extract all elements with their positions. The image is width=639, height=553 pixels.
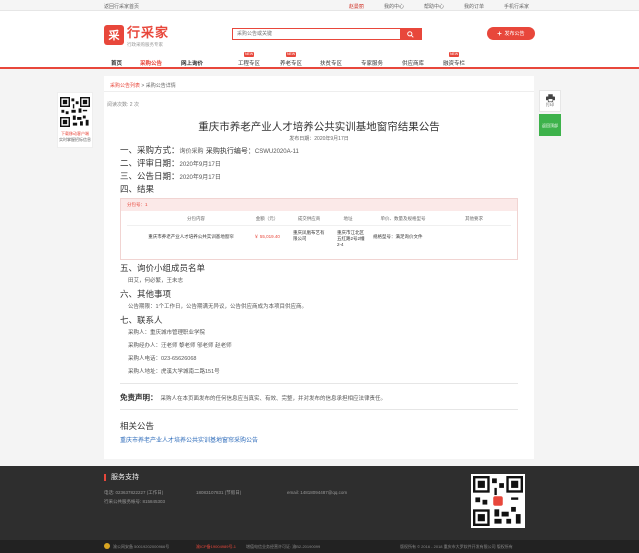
site-header: 采 行采家 行政采购服务专家 发布公告 [0, 11, 639, 57]
logo-name: 行采家 [127, 25, 170, 40]
top-link-my-center[interactable]: 我的中心 [384, 3, 404, 10]
footer-phone-holiday: 18083107831 (节假日) [196, 490, 242, 495]
nav-elderly-care[interactable]: NEW 养老专区 [280, 52, 302, 67]
qr-caption-sub: 实时掌握招标信息 [59, 137, 91, 142]
nav-home[interactable]: 首页 [111, 59, 122, 67]
contact-handlers: 采购经办人：汪老师 黎老师 邬老师 赵老师 [128, 343, 232, 349]
breadcrumb-list-link[interactable]: 采购公告列表 [110, 83, 140, 89]
divider [104, 91, 534, 92]
contact-phone: 采购人电话：023-65626068 [128, 356, 197, 362]
publish-date: 发布日期：2020年9月17日 [289, 136, 349, 142]
top-bar: 返回行采家首页 赵曼丽 我的中心 帮助中心 我的订单 手机行采家 [0, 0, 639, 11]
view-count: 阅读次数: 2 次 [107, 102, 139, 108]
other-matters-text: 公告期限：1个工作日，公告期满无异议，公告供应商成为本项目供应商。 [128, 304, 308, 310]
top-links: 赵曼丽 我的中心 帮助中心 我的订单 手机行采家 [349, 3, 529, 10]
qr-code-icon [473, 476, 523, 526]
right-float-tools: 打印 返回顶部 [539, 90, 561, 136]
section-other-matters: 六、其他事项 [120, 289, 172, 299]
print-button[interactable]: 打印 [539, 90, 561, 112]
search-button[interactable] [400, 29, 421, 39]
new-badge: NEW [286, 52, 297, 57]
section-inquiry-members: 五、询价小组成员名单 [120, 263, 206, 273]
site-footer: 服务支持 电话: 023637822227 (工作日) 18083107831 … [0, 466, 639, 540]
column-header: 分包内容 [187, 216, 205, 221]
column-header: 金额（元） [255, 216, 279, 221]
contact-buyer: 采购人：重庆城市管理职业学院 [128, 330, 206, 336]
top-link-help[interactable]: 帮助中心 [424, 3, 444, 10]
footer-phone-workday: 电话: 023637822227 (工作日) [104, 490, 164, 495]
search-icon [407, 30, 414, 38]
section-result: 四、结果 [120, 184, 155, 194]
inquiry-members: 田艾，何必繁，王未志 [128, 278, 184, 284]
table-cell-amount: ￥ 55,019.40 [254, 234, 280, 239]
icp-record[interactable]: 渝公网安备 50019202000966号 [113, 544, 169, 550]
nav-procurement-notices[interactable]: 采购公告 [140, 59, 162, 67]
search-input[interactable] [233, 29, 398, 39]
result-table: 分包号：1 分包内容 金额（元） 成交供应商 地址 单价、数量及规格型号 其他要… [120, 198, 518, 260]
logo-icon: 采 [104, 25, 124, 45]
copyright: 版权所有 © 2016 - 2018 重庆市大罗软件开发有限公司 版权所有 [400, 544, 513, 549]
back-home-link[interactable]: 返回行采家首页 [104, 3, 139, 10]
table-cell-supplier: 重庆凤凰布艺有限公司 [293, 230, 325, 241]
logo-slogan: 行政采购服务专家 [127, 42, 163, 47]
qr-code-icon [60, 97, 90, 127]
related-notices-title: 相关公告 [120, 421, 155, 431]
top-link-orders[interactable]: 我的订单 [464, 3, 484, 10]
breadcrumb-current: 采购公告详情 [145, 83, 176, 89]
column-header: 成交供应商 [297, 216, 321, 221]
footer-title: 服务支持 [104, 474, 139, 481]
printer-icon [545, 94, 555, 102]
telecom-license: 增值电信业务经营许可证: 渝B2-20190099 [246, 544, 321, 549]
publish-notice-button[interactable]: 发布公告 [487, 27, 535, 40]
plus-icon [497, 31, 502, 36]
main-nav: 首页 采购公告 网上询价 NEW 工程专区 NEW 养老专区 扶贫专区 专家服务 供… [0, 52, 639, 69]
related-notice-link[interactable]: 重庆市养老产业人才培养公共实训基地窗帘采购公告 [120, 435, 258, 444]
notice-content: 采购公告列表 > 采购公告详情 阅读次数: 2 次 重庆市养老产业人才培养公共实… [104, 76, 534, 459]
print-label: 打印 [546, 102, 554, 107]
column-header: 单价、数量及规格型号 [380, 216, 426, 221]
contact-address: 采购人地址：虎溪大学城南二路151号 [128, 369, 220, 375]
table-cell-content: 重庆市养老产业人才培养公共实训基地窗帘 [148, 234, 234, 239]
nav-finance[interactable]: NEW 融资专栏 [443, 52, 465, 67]
back-to-top-button[interactable]: 返回顶部 [539, 114, 561, 136]
table-cell-address: 重庆市江北区五红路2号2幢2-4 [337, 230, 365, 247]
publish-label: 发布公告 [504, 31, 525, 37]
nav-suppliers[interactable]: 供应商库 [402, 59, 424, 67]
divider [120, 383, 518, 384]
top-link-mobile[interactable]: 手机行采家 [504, 3, 529, 10]
breadcrumb: 采购公告列表 > 采购公告详情 [110, 83, 176, 89]
section-procurement-method: 一、采购方式：询价采购 采购执行编号：CSWU2020A-11 [120, 145, 299, 155]
site-logo[interactable]: 采 行采家 行政采购服务专家 [104, 22, 169, 48]
column-header: 地址 [343, 216, 353, 221]
nav-online-inquiry[interactable]: 网上询价 [181, 59, 203, 67]
new-badge: NEW [449, 52, 460, 57]
column-header: 其他要求 [465, 216, 483, 221]
divider [127, 225, 511, 226]
icp-number[interactable]: 渝ICP备19004989号-1 [196, 544, 236, 550]
divider [120, 409, 518, 410]
search-box [232, 28, 422, 40]
table-cell-spec: 规格型号：满足询价文件 [373, 234, 423, 239]
region-selector[interactable]: 赵曼丽 [349, 3, 364, 10]
nav-expert[interactable]: 专家服务 [361, 59, 383, 67]
section-contacts: 七、联系人 [120, 315, 163, 325]
police-emblem-icon [104, 543, 110, 549]
disclaimer: 免责声明： 采购人在本页面发布的任何信息应当真实、有效、完整，并对发布的信息承担相… [120, 393, 387, 402]
procurement-code: CSWU2020A-11 [254, 149, 299, 155]
bottom-bar: 渝公网安备 50019202000966号 渝ICP备19004989号-1 增… [0, 540, 639, 553]
new-badge: NEW [244, 52, 255, 57]
nav-poverty[interactable]: 扶贫专区 [320, 59, 342, 67]
nav-engineering[interactable]: NEW 工程专区 [238, 52, 260, 67]
footer-qr-code [471, 474, 525, 528]
app-download-qr[interactable]: 下载移动客户端 实时掌握招标信息 [57, 92, 93, 148]
section-review-date: 二、评审日期：2020年9月17日 [120, 158, 221, 168]
notice-title: 重庆市养老产业人才培养公共实训基地窗帘结果公告 [198, 121, 440, 133]
section-notice-date: 三、公告日期：2020年9月17日 [120, 171, 221, 181]
footer-wechat: 行采公共服务帐号: 815845303 [104, 499, 166, 504]
procurement-method: 询价采购 [179, 149, 204, 155]
footer-email[interactable]: email: 14818094487@qq.com [287, 490, 347, 495]
package-number: 分包号：1 [121, 199, 517, 211]
